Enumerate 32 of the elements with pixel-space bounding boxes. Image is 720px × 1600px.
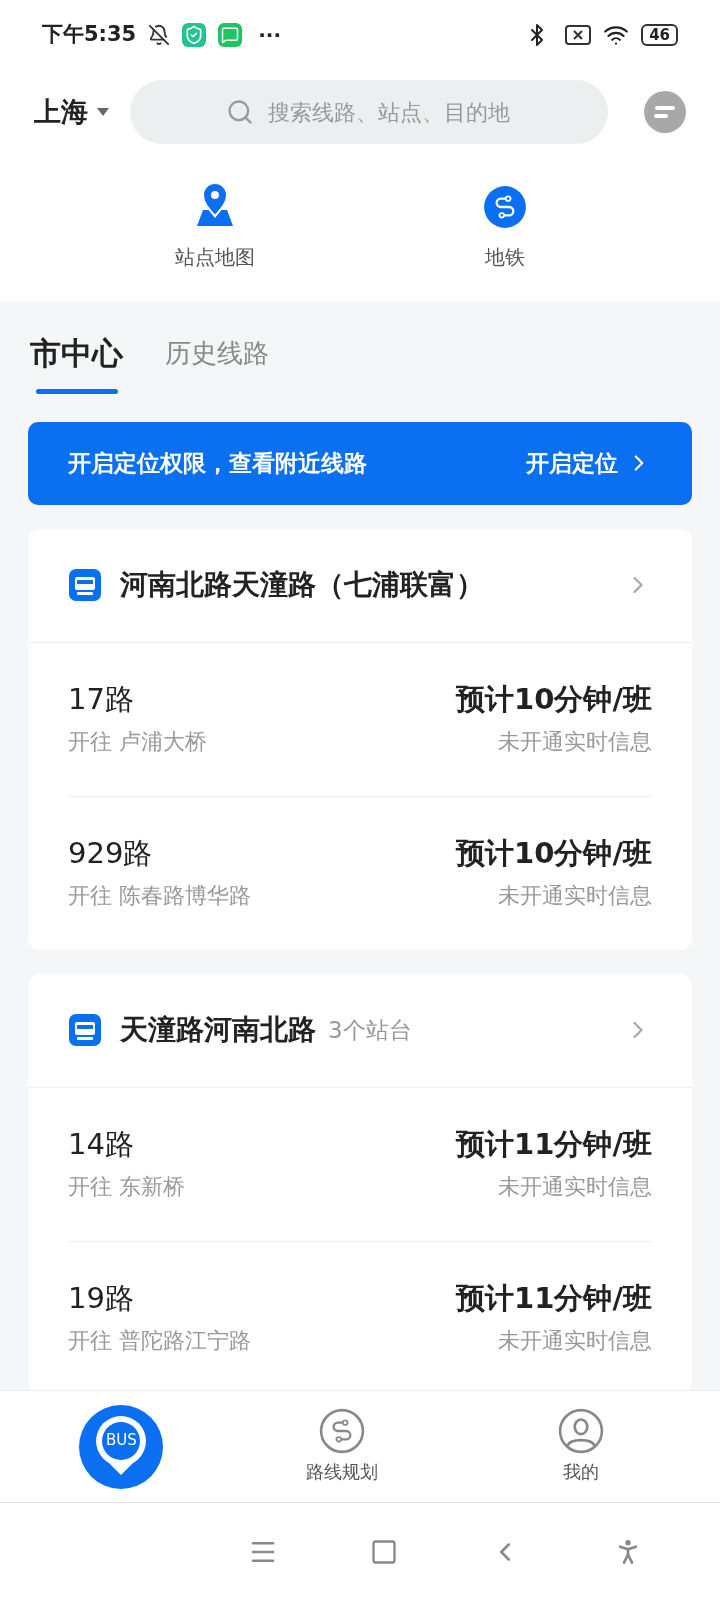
station-header[interactable]: 天潼路河南北路 3个站台: [28, 973, 692, 1088]
route-row[interactable]: 929路 开往 陈春路博华路 预计10分钟/班 未开通实时信息: [68, 796, 652, 950]
user-icon: [557, 1408, 604, 1454]
nav-tab[interactable]: 我的: [520, 1408, 641, 1485]
status-time: 下午5:35: [42, 21, 137, 49]
search-icon: [226, 98, 254, 126]
tab[interactable]: 市中心: [30, 330, 123, 394]
mute-icon: [148, 24, 171, 46]
message-button[interactable]: [644, 91, 686, 133]
route-row[interactable]: 17路 开往 卢浦大桥 预计10分钟/班 未开通实时信息: [68, 642, 652, 797]
chat-icon: [218, 23, 243, 47]
bus-stop-icon: [68, 568, 102, 602]
more-notifications: ···: [258, 22, 282, 49]
bus-home-button[interactable]: BUS: [79, 1404, 164, 1489]
route-row[interactable]: 19路 开往 普陀路江宁路 预计11分钟/班 未开通实时信息: [68, 1241, 652, 1390]
route-row[interactable]: 14路 开往 东新桥 预计11分钟/班 未开通实时信息: [68, 1087, 652, 1242]
shield-icon: [182, 23, 207, 47]
location-banner: 开启定位权限，查看附近线路 开启定位: [28, 421, 692, 505]
metro-icon: [482, 184, 528, 230]
route-plan-icon: [319, 1408, 365, 1454]
no-sim-icon: [565, 24, 592, 46]
battery-indicator: 46: [641, 24, 678, 46]
shortcut-button[interactable]: 地铁: [430, 176, 580, 272]
bus-stop-icon: [68, 1013, 102, 1047]
home-icon[interactable]: [370, 1537, 398, 1566]
enable-location-link[interactable]: 开启定位: [526, 445, 652, 481]
city-selector[interactable]: 上海: [34, 91, 110, 133]
dropdown-caret-icon: [96, 107, 110, 117]
nav-tab[interactable]: 路线规划: [282, 1408, 402, 1485]
shortcut-button[interactable]: 站点地图: [140, 176, 290, 272]
search-field[interactable]: 搜索线路、站点、目的地: [130, 80, 608, 144]
station-header[interactable]: 河南北路天潼路（七浦联富）: [28, 528, 692, 643]
